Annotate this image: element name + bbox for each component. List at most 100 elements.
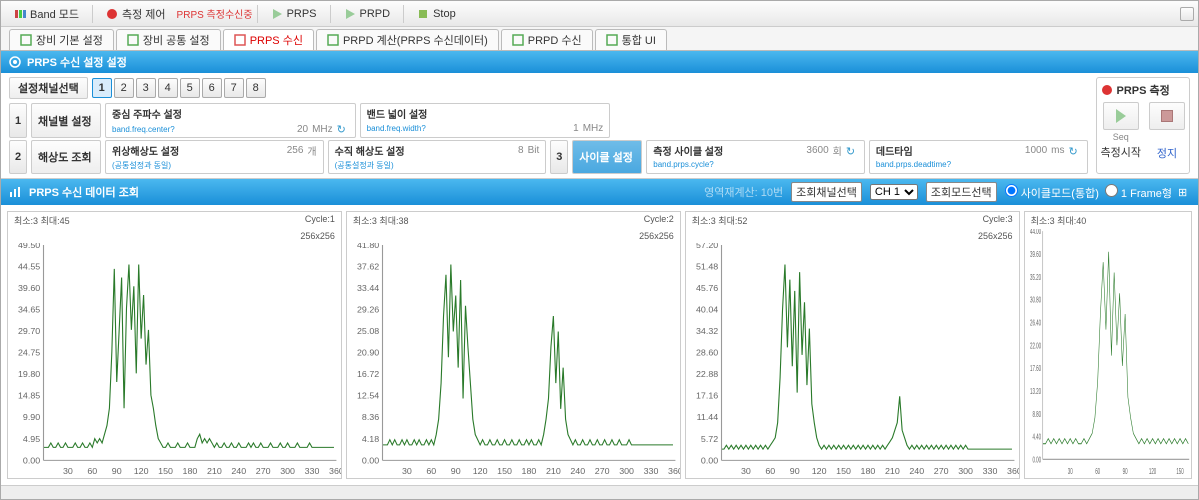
tab-label: 장비 공통 설정 [143,32,210,48]
section2-title: PRPS 수신 데이터 조회 [29,184,139,200]
svg-text:180: 180 [183,467,198,476]
chart-min-max: 최소:3 최대:40 [1031,214,1087,227]
refresh-icon[interactable]: ↻ [846,145,858,157]
svg-text:0.00: 0.00 [701,456,719,465]
tab-0[interactable]: 장비 기본 설정 [9,29,114,50]
tab-1[interactable]: 장비 공통 설정 [116,29,221,50]
meas-ctrl-button[interactable]: 측정 제어 [97,3,175,25]
view-mode-cycle[interactable]: 사이클모드(통합) [1005,184,1099,201]
view-mode-frame[interactable]: 1 Frame형 [1105,184,1172,201]
horizontal-scrollbar[interactable] [1,485,1198,499]
minimize-button[interactable] [1180,7,1194,21]
chart-cycle: Cycle:1 [305,214,335,227]
svg-text:360: 360 [668,467,680,476]
config-row-1: 1 채널별 설정 중심 주파수 설정 band.freq.center?20MH… [9,103,1088,138]
prpd-button[interactable]: PRPD [335,5,400,23]
tab-3[interactable]: PRPD 계산(PRPS 수신데이터) [316,29,499,50]
svg-text:40.04: 40.04 [696,305,719,314]
resolution-query-button[interactable]: 해상도 조회 [31,140,101,174]
svg-text:39.60: 39.60 [1030,251,1041,260]
svg-text:330: 330 [305,467,320,476]
channel-button-8[interactable]: 8 [246,78,266,98]
band-mode-button[interactable]: Band 모드 [5,3,88,25]
channel-button-7[interactable]: 7 [224,78,244,98]
tab-label: PRPS 수신 [250,32,303,48]
prps-label: PRPS [287,8,317,20]
config-row-2: 2 해상도 조회 위상해상도 설정256개 (공통설정과 동일) 수직 해상도 … [9,140,1088,174]
tab-5[interactable]: 통합 UI [595,29,667,50]
svg-text:0.00: 0.00 [362,456,380,465]
tab-strip: 장비 기본 설정 장비 공통 설정 PRPS 수신 PRPD 계산(PRPS 수신데이… [1,27,1198,51]
tab-2[interactable]: PRPS 수신 [223,29,314,50]
svg-text:210: 210 [885,467,900,476]
section2-sub: 영역재계산: 10번 [704,184,783,200]
tab-label: 장비 기본 설정 [36,32,103,48]
channel-button-2[interactable]: 2 [114,78,134,98]
stop-icon [1161,110,1173,122]
svg-text:150: 150 [158,467,173,476]
svg-text:44.55: 44.55 [18,262,41,271]
svg-text:35.20: 35.20 [1030,274,1041,283]
gear-icon [9,56,21,68]
per-channel-config-button[interactable]: 채널별 설정 [31,103,101,138]
svg-text:20.90: 20.90 [357,348,380,357]
svg-text:45.76: 45.76 [696,283,719,292]
channel-button-1[interactable]: 1 [92,78,112,98]
cycle-config-button[interactable]: 사이클 설정 [572,140,642,174]
band-mode-label: Band 모드 [30,6,79,22]
prps-button[interactable]: PRPS [262,5,326,23]
svg-text:240: 240 [231,467,246,476]
tab-label: PRPD 계산(PRPS 수신데이터) [343,32,488,48]
center-freq-field: 중심 주파수 설정 band.freq.center?20MHz↻ [105,103,356,138]
chart-2: 최소:3 최대:38Cycle:2256x2560.004.188.3612.5… [346,211,681,479]
measure-panel: PRPS 측정 Seq 측정시작 정지 [1096,77,1190,174]
chart-min-max: 최소:3 최대:52 [692,214,748,227]
svg-text:51.48: 51.48 [696,262,719,271]
channel-button-5[interactable]: 5 [180,78,200,98]
view-mode-label: 조회모드선택 [926,182,997,202]
deadtime-field: 데드타임1000ms↻ band.prps.deadtime? [869,140,1088,174]
play-icon [1116,109,1126,123]
stop-icon [417,8,429,20]
svg-text:30: 30 [402,467,412,476]
record-icon [1101,84,1113,96]
svg-text:60: 60 [1095,468,1100,477]
measure-panel-title: PRPS 측정 [1117,82,1170,98]
svg-text:90: 90 [1122,468,1127,477]
tab-4[interactable]: PRPD 수신 [501,29,593,50]
svg-text:120: 120 [1148,468,1156,477]
svg-text:13.20: 13.20 [1030,388,1041,397]
svg-text:90: 90 [112,467,122,476]
chart-dim: 256x256 [978,231,1013,241]
refresh-icon[interactable]: ↻ [337,123,349,135]
channel-button-4[interactable]: 4 [158,78,178,98]
chart-4: 최소:3 최대:400.004.408.8013.2017.6022.0026.… [1024,211,1192,479]
chart-dim: 256x256 [639,231,674,241]
svg-text:33.44: 33.44 [357,283,380,292]
play-icon [271,8,283,20]
svg-text:57.20: 57.20 [696,243,719,250]
expand-icon[interactable]: ⊞ [1178,186,1190,198]
band-width-field: 밴드 넓이 설정 band.freq.width?1MHz [360,103,611,138]
channel-button-6[interactable]: 6 [202,78,222,98]
refresh-icon[interactable]: ↻ [1069,145,1081,157]
stop-label: Stop [433,8,456,20]
stop-button[interactable]: Stop [408,5,465,23]
svg-text:30: 30 [63,467,73,476]
view-channel-select[interactable]: CH 1 [870,184,918,200]
view-channel-label: 조회채널선택 [791,182,862,202]
svg-text:120: 120 [811,467,826,476]
svg-text:210: 210 [207,467,222,476]
svg-text:240: 240 [570,467,585,476]
app-window: Band 모드 측정 제어 PRPS 측정수신중 PRPS PRPD Stop … [0,0,1199,500]
measure-stop-button[interactable]: 정지 [1149,102,1185,161]
row2b-num: 3 [550,140,568,174]
svg-text:24.75: 24.75 [18,348,41,357]
svg-text:4.40: 4.40 [1032,433,1041,442]
svg-text:39.60: 39.60 [18,283,41,292]
channel-button-3[interactable]: 3 [136,78,156,98]
svg-text:8.36: 8.36 [362,413,380,422]
charts-container: 최소:3 최대:45Cycle:1256x2560.004.959.9014.8… [1,205,1198,485]
measure-start-button[interactable]: Seq 측정시작 [1101,102,1141,161]
svg-text:30: 30 [1067,468,1072,477]
